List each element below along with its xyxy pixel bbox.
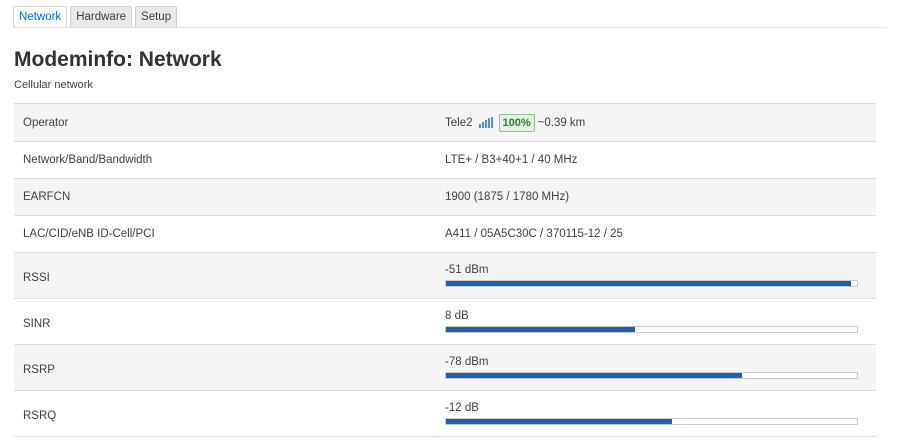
tab-setup[interactable]: Setup xyxy=(135,6,178,28)
sinr-label: SINR xyxy=(23,318,51,330)
rssi-label: RSSI xyxy=(23,272,50,284)
page-subtitle: Cellular network xyxy=(14,79,93,91)
earfcn-value: 1900 (1875 / 1780 MHz) xyxy=(445,191,570,203)
rsrq-label: RSRQ xyxy=(23,410,57,422)
rsrp-label: RSRP xyxy=(23,364,55,376)
rsrq-row: RSRQ -12 dB xyxy=(14,391,876,437)
earfcn-row: EARFCN 1900 (1875 / 1780 MHz) xyxy=(14,179,876,216)
sinr-progress-fill xyxy=(446,327,636,332)
rssi-value: -51 dBm xyxy=(445,253,876,298)
signal-bars-icon xyxy=(478,117,493,128)
page-title: Modeminfo: Network xyxy=(14,48,222,71)
lac-row: LAC/CID/eNB ID-Cell/PCI A411 / 05A5C30C … xyxy=(14,216,876,253)
rsrq-value: -12 dB xyxy=(445,391,876,436)
rsrp-progress-bar xyxy=(445,372,858,379)
tab-bar: Network Hardware Setup xyxy=(13,6,178,28)
network-label: Network/Band/Bandwidth xyxy=(23,154,153,166)
lac-value: A411 / 05A5C30C / 370115-12 / 25 xyxy=(445,228,623,240)
operator-row: Operator Tele2 100% ~0.39 km xyxy=(14,104,876,142)
tab-hardware[interactable]: Hardware xyxy=(70,6,133,28)
rsrq-value-text: -12 dB xyxy=(445,402,479,414)
rsrp-row: RSRP -78 dBm xyxy=(14,345,876,391)
operator-name: Tele2 xyxy=(445,116,473,129)
operator-value: Tele2 100% ~0.39 km xyxy=(445,113,876,132)
rsrp-value-text: -78 dBm xyxy=(445,356,489,368)
rssi-progress-fill xyxy=(446,281,851,286)
rssi-row: RSSI -51 dBm xyxy=(14,253,876,299)
tab-network[interactable]: Network xyxy=(13,6,68,28)
rsrq-progress-fill xyxy=(446,419,673,424)
signal-percent-badge: 100% xyxy=(498,113,535,132)
tab-divider xyxy=(13,27,887,28)
lac-label: LAC/CID/eNB ID-Cell/PCI xyxy=(23,228,155,240)
sinr-value-text: 8 dB xyxy=(445,310,469,322)
network-info-table: Operator Tele2 100% ~0.39 km Network/Ban… xyxy=(14,103,876,437)
sinr-row: SINR 8 dB xyxy=(14,299,876,345)
rsrp-value: -78 dBm xyxy=(445,345,876,390)
sinr-value: 8 dB xyxy=(445,299,876,344)
operator-distance: ~0.39 km xyxy=(537,116,586,129)
operator-label: Operator xyxy=(23,116,69,129)
rsrp-progress-fill xyxy=(446,373,742,378)
rsrq-progress-bar xyxy=(445,418,858,425)
network-value: LTE+ / B3+40+1 / 40 MHz xyxy=(445,154,578,166)
rssi-value-text: -51 dBm xyxy=(445,264,489,276)
network-row: Network/Band/Bandwidth LTE+ / B3+40+1 / … xyxy=(14,142,876,179)
rssi-progress-bar xyxy=(445,280,858,287)
earfcn-label: EARFCN xyxy=(23,191,71,203)
sinr-progress-bar xyxy=(445,326,858,333)
